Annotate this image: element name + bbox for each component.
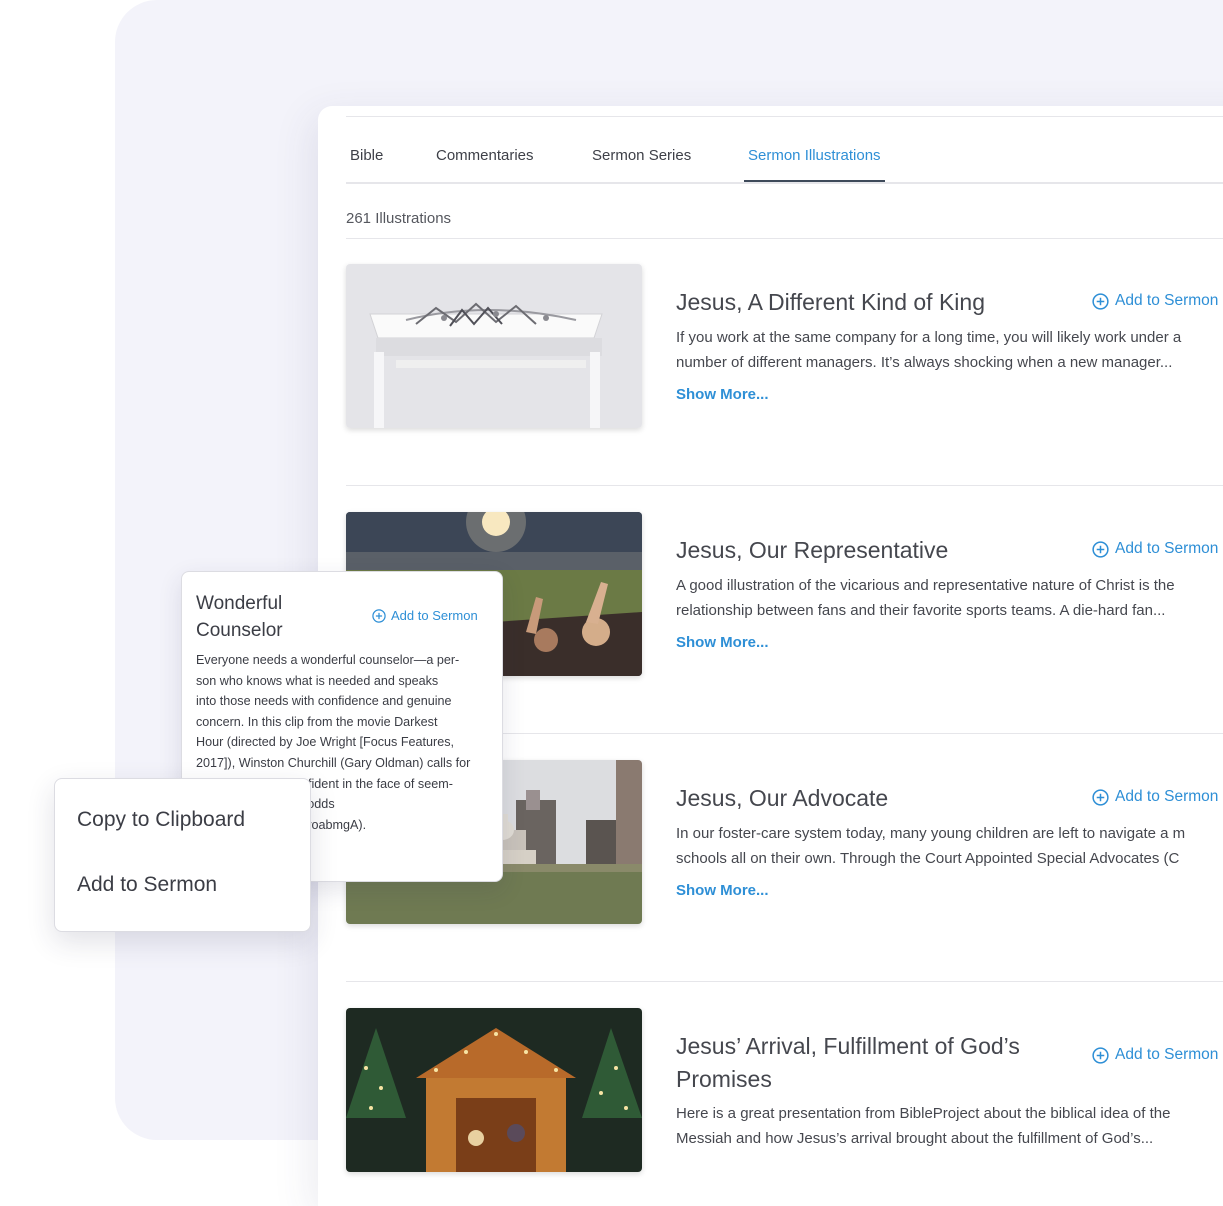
thumbnail-image-nativity[interactable] xyxy=(346,1008,642,1172)
add-to-sermon-label: Add to Sermon xyxy=(1115,1046,1219,1063)
item-title[interactable]: Jesus’ Arrival, Fulfillment of God’s Pro… xyxy=(676,1030,1076,1096)
item-description: If you work at the same company for a lo… xyxy=(676,326,1223,375)
add-to-sermon-label: Add to Sermon xyxy=(1115,292,1219,309)
copy-to-clipboard-item[interactable]: Copy to Clipboard xyxy=(77,808,245,832)
add-to-sermon-button[interactable]: Add to Sermon xyxy=(1092,788,1218,806)
body-line: 2017]), Winston Churchill (Gary Oldman) … xyxy=(196,755,471,770)
tab-commentaries[interactable]: Commentaries xyxy=(436,142,534,182)
show-more-link[interactable]: Show More... xyxy=(676,882,769,899)
show-more-link[interactable]: Show More... xyxy=(676,634,769,651)
add-to-sermon-label: Add to Sermon xyxy=(1115,788,1219,805)
body-line: Hour (directed by Joe Wright [Focus Feat… xyxy=(196,735,455,750)
preview-title: Wonderful Counselor xyxy=(196,590,356,644)
list-item: Jesus, A Different Kind of King Add to S… xyxy=(346,238,1223,486)
item-description: In our foster-care system today, many yo… xyxy=(676,822,1223,871)
add-to-sermon-label: Add to Sermon xyxy=(391,608,478,623)
add-to-sermon-button[interactable]: Add to Sermon xyxy=(372,608,478,623)
body-line: concern. In this clip from the movie Dar… xyxy=(196,714,438,729)
title-line: Wonderful xyxy=(196,593,283,614)
item-description: Here is a great presentation from BibleP… xyxy=(676,1102,1223,1151)
plus-circle-icon xyxy=(1092,292,1109,310)
add-to-sermon-item[interactable]: Add to Sermon xyxy=(77,873,217,897)
title-line: Counselor xyxy=(196,620,283,641)
item-title[interactable]: Jesus, A Different Kind of King xyxy=(676,286,1076,319)
description-line: A good illustration of the vicarious and… xyxy=(676,577,1175,594)
plus-circle-icon xyxy=(1092,1046,1109,1064)
description-line: If you work at the same company for a lo… xyxy=(676,329,1182,346)
description-line: relationship between fans and their favo… xyxy=(676,601,1166,619)
tab-sermon-series[interactable]: Sermon Series xyxy=(592,142,691,182)
illustration-count: 261 Illustrations xyxy=(346,210,452,227)
description-line: Messiah and how Jesus’s arrival brought … xyxy=(676,1129,1154,1147)
show-more-link[interactable]: Show More... xyxy=(676,386,769,403)
body-line: son who knows what is needed and speaks xyxy=(196,673,439,688)
item-description: A good illustration of the vicarious and… xyxy=(676,574,1223,623)
divider xyxy=(346,116,1223,117)
context-menu: Copy to Clipboard Add to Sermon xyxy=(54,778,311,932)
item-title[interactable]: Jesus, Our Representative xyxy=(676,534,1076,567)
body-line: into those needs with confidence and gen… xyxy=(196,694,452,709)
add-to-sermon-button[interactable]: Add to Sermon xyxy=(1092,292,1218,310)
plus-circle-icon xyxy=(1092,540,1109,558)
description-line: In our foster-care system today, many yo… xyxy=(676,825,1186,842)
body-line: Everyone needs a wonderful counselor—a p… xyxy=(196,653,460,667)
description-line: Here is a great presentation from BibleP… xyxy=(676,1105,1171,1122)
plus-circle-icon xyxy=(1092,788,1109,806)
description-line: number of different managers. It’s alway… xyxy=(676,353,1173,371)
thumbnail-image-crown[interactable] xyxy=(346,264,642,428)
add-to-sermon-label: Add to Sermon xyxy=(1115,540,1219,557)
title-line: Promises xyxy=(676,1066,772,1092)
title-line: Jesus’ Arrival, Fulfillment of God’s xyxy=(676,1033,1020,1059)
add-to-sermon-button[interactable]: Add to Sermon xyxy=(1092,540,1218,558)
add-to-sermon-button[interactable]: Add to Sermon xyxy=(1092,1046,1218,1064)
list-item: Jesus’ Arrival, Fulfillment of God’s Pro… xyxy=(346,982,1223,1206)
plus-circle-icon xyxy=(372,608,386,623)
tab-bar: Bible Commentaries Sermon Series Sermon … xyxy=(346,142,1223,184)
tab-bible[interactable]: Bible xyxy=(350,142,383,182)
tab-sermon-illustrations[interactable]: Sermon Illustrations xyxy=(744,142,885,182)
item-title[interactable]: Jesus, Our Advocate xyxy=(676,782,1076,815)
description-line: schools all on their own. Through the Co… xyxy=(676,849,1180,867)
